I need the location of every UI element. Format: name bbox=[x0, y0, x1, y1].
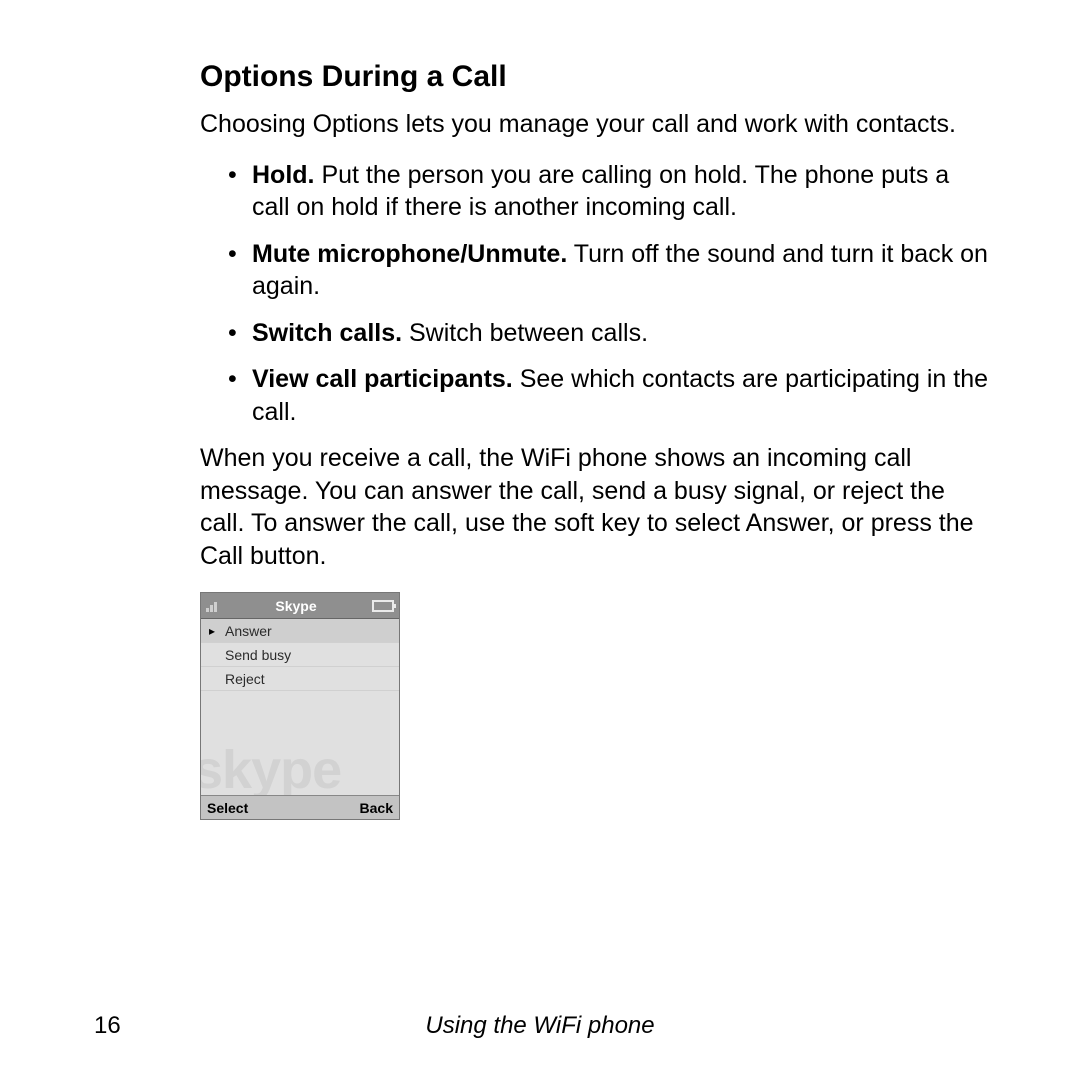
incoming-call-paragraph: When you receive a call, the WiFi phone … bbox=[200, 442, 990, 572]
intro-paragraph: Choosing Options lets you manage your ca… bbox=[200, 108, 990, 141]
option-item: View call participants. See which contac… bbox=[200, 363, 990, 428]
phone-softkeys: Select Back bbox=[201, 795, 399, 819]
menu-item-answer[interactable]: Answer bbox=[201, 619, 399, 643]
phone-status-bar: Skype bbox=[201, 593, 399, 619]
page-footer: 16 Using the WiFi phone bbox=[0, 1012, 1080, 1040]
option-desc: Put the person you are calling on hold. … bbox=[252, 161, 949, 222]
option-item: Switch calls. Switch between calls. bbox=[200, 317, 990, 350]
softkey-select[interactable]: Select bbox=[207, 800, 248, 816]
watermark-text: skype bbox=[201, 739, 341, 795]
option-item: Hold. Put the person you are calling on … bbox=[200, 159, 990, 224]
menu-item-reject[interactable]: Reject bbox=[201, 667, 399, 691]
menu-item-send-busy[interactable]: Send busy bbox=[201, 643, 399, 667]
option-term: Hold. bbox=[252, 161, 315, 189]
softkey-back[interactable]: Back bbox=[360, 800, 393, 816]
phone-title: Skype bbox=[220, 598, 372, 614]
option-term: Mute microphone/Unmute. bbox=[252, 240, 567, 268]
phone-menu: Answer Send busy Reject skype bbox=[201, 619, 399, 795]
option-desc: Switch between calls. bbox=[402, 319, 648, 347]
option-term: View call participants. bbox=[252, 365, 513, 393]
option-item: Mute microphone/Unmute. Turn off the sou… bbox=[200, 238, 990, 303]
battery-icon bbox=[372, 600, 394, 612]
signal-icon bbox=[206, 600, 220, 612]
phone-screenshot: Skype Answer Send busy Reject skype Sele… bbox=[200, 592, 400, 820]
section-title: Options During a Call bbox=[200, 60, 990, 94]
option-term: Switch calls. bbox=[252, 319, 402, 347]
chapter-title: Using the WiFi phone bbox=[0, 1012, 1080, 1040]
manual-page: Options During a Call Choosing Options l… bbox=[0, 0, 1080, 820]
page-number: 16 bbox=[94, 1012, 121, 1040]
option-list: Hold. Put the person you are calling on … bbox=[200, 159, 990, 429]
